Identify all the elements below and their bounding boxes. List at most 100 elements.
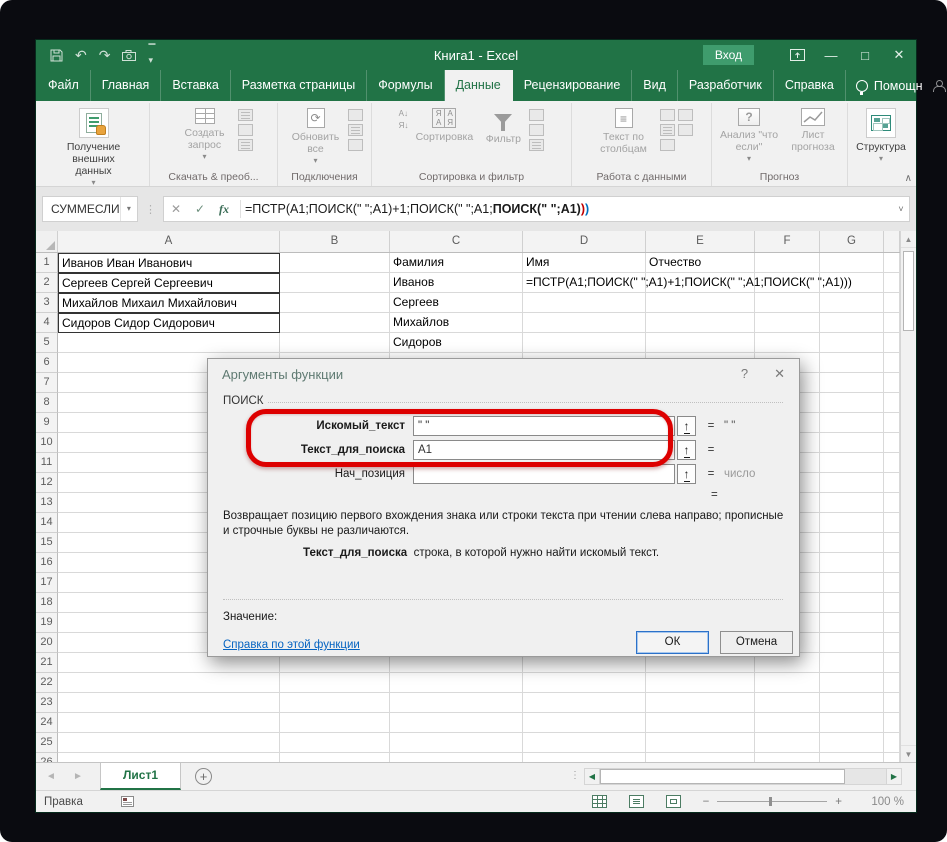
grid-cell-extra13[interactable]	[884, 493, 900, 513]
zoom-percentage[interactable]: 100 %	[864, 796, 904, 808]
grid-cell-A2[interactable]: Сергеев Сергей Сергеевич	[58, 273, 280, 293]
grid-cell-A23[interactable]	[58, 693, 280, 713]
row-header-12[interactable]: 12	[36, 473, 58, 493]
grid-cell-B4[interactable]	[280, 313, 390, 333]
grid-cell-extra7[interactable]	[884, 373, 900, 393]
page-layout-view-icon[interactable]	[628, 795, 644, 808]
grid-cell-A25[interactable]	[58, 733, 280, 753]
new-sheet-button[interactable]: +	[195, 768, 213, 785]
maximize-button[interactable]: □	[848, 40, 882, 70]
save-icon[interactable]	[50, 49, 63, 62]
scroll-left-icon[interactable]: ◀	[584, 768, 600, 785]
grid-cell-B2[interactable]	[280, 273, 390, 293]
minimize-button[interactable]: —	[814, 40, 848, 70]
grid-cell-D4[interactable]	[523, 313, 646, 333]
grid-cell-G12[interactable]	[820, 473, 884, 493]
tab-Рецензирование[interactable]: Рецензирование	[513, 70, 633, 101]
grid-cell-C2[interactable]: Иванов	[390, 273, 523, 293]
grid-cell-G14[interactable]	[820, 513, 884, 533]
horizontal-scroll-track[interactable]	[600, 768, 886, 785]
grid-cell-B5[interactable]	[280, 333, 390, 353]
row-header-15[interactable]: 15	[36, 533, 58, 553]
grid-cell-C26[interactable]	[390, 753, 523, 762]
grid-cell-G6[interactable]	[820, 353, 884, 373]
grid-cell-F25[interactable]	[755, 733, 820, 753]
grid-cell-extra6[interactable]	[884, 353, 900, 373]
row-header-6[interactable]: 6	[36, 353, 58, 373]
grid-cell-extra23[interactable]	[884, 693, 900, 713]
grid-cell-extra2[interactable]	[884, 273, 900, 293]
undo-icon[interactable]: ↶	[75, 48, 87, 62]
row-header-23[interactable]: 23	[36, 693, 58, 713]
enter-entry-icon[interactable]: ✓	[188, 202, 212, 216]
grid-cell-B22[interactable]	[280, 673, 390, 693]
grid-cell-G22[interactable]	[820, 673, 884, 693]
grid-cell-E24[interactable]	[646, 713, 755, 733]
dialog-help-icon[interactable]: ?	[741, 366, 748, 382]
outline-button[interactable]: Структура ▾	[848, 107, 914, 165]
grid-cell-extra20[interactable]	[884, 633, 900, 653]
grid-cell-F1[interactable]	[755, 253, 820, 273]
grid-cell-C4[interactable]: Михайлов	[390, 313, 523, 333]
collapse-dialog-icon[interactable]: ↑	[677, 440, 696, 460]
grid-cell-extra26[interactable]	[884, 753, 900, 762]
customize-qat-icon[interactable]: ▔ ▾	[148, 44, 155, 66]
prev-sheet-icon[interactable]: ◄	[36, 763, 66, 790]
grid-cell-F22[interactable]	[755, 673, 820, 693]
scrollbar-splitter[interactable]: ⋮	[570, 770, 580, 781]
grid-cell-B1[interactable]	[280, 253, 390, 273]
tab-Справка[interactable]: Справка	[774, 70, 846, 101]
grid-cell-G3[interactable]	[820, 293, 884, 313]
grid-cell-E5[interactable]	[646, 333, 755, 353]
row-header-18[interactable]: 18	[36, 593, 58, 613]
collapse-dialog-icon[interactable]: ↑	[677, 416, 696, 436]
grid-cell-G10[interactable]	[820, 433, 884, 453]
insert-function-icon[interactable]: fx	[212, 202, 236, 217]
function-help-link[interactable]: Справка по этой функции	[223, 639, 360, 651]
column-header-extra[interactable]	[884, 231, 900, 252]
row-header-5[interactable]: 5	[36, 333, 58, 353]
grid-cell-extra5[interactable]	[884, 333, 900, 353]
grid-cell-D1[interactable]: Имя	[523, 253, 646, 273]
grid-cell-F3[interactable]	[755, 293, 820, 313]
grid-cell-G8[interactable]	[820, 393, 884, 413]
grid-cell-extra14[interactable]	[884, 513, 900, 533]
grid-cell-D3[interactable]	[523, 293, 646, 313]
horizontal-scroll-thumb[interactable]	[600, 769, 845, 784]
macro-record-icon[interactable]	[120, 796, 134, 807]
grid-cell-G11[interactable]	[820, 453, 884, 473]
grid-cell-G23[interactable]	[820, 693, 884, 713]
grid-cell-G24[interactable]	[820, 713, 884, 733]
page-break-view-icon[interactable]	[665, 795, 681, 808]
grid-cell-G1[interactable]	[820, 253, 884, 273]
name-box[interactable]: СУММЕСЛИ ▾	[42, 196, 138, 222]
horizontal-scrollbar[interactable]: ⋮ ◀ ▶	[570, 768, 902, 785]
grid-cell-extra1[interactable]	[884, 253, 900, 273]
normal-view-icon[interactable]	[591, 795, 607, 808]
grid-cell-extra22[interactable]	[884, 673, 900, 693]
grid-cell-D26[interactable]	[523, 753, 646, 762]
row-header-4[interactable]: 4	[36, 313, 58, 333]
grid-cell-B24[interactable]	[280, 713, 390, 733]
grid-cell-G26[interactable]	[820, 753, 884, 762]
grid-cell-F24[interactable]	[755, 713, 820, 733]
grid-cell-A26[interactable]	[58, 753, 280, 762]
camera-icon[interactable]	[122, 49, 137, 61]
grid-cell-E26[interactable]	[646, 753, 755, 762]
grid-cell-extra18[interactable]	[884, 593, 900, 613]
row-header-24[interactable]: 24	[36, 713, 58, 733]
redo-icon[interactable]: ↷	[99, 48, 111, 62]
row-header-3[interactable]: 3	[36, 293, 58, 313]
row-header-1[interactable]: 1	[36, 253, 58, 273]
zoom-in-icon[interactable]: +	[835, 796, 842, 808]
column-header-C[interactable]: C	[390, 231, 523, 252]
row-header-17[interactable]: 17	[36, 573, 58, 593]
nach-pozitsiya-input[interactable]	[413, 464, 675, 484]
tab-Вид[interactable]: Вид	[632, 70, 678, 101]
grid-cell-C24[interactable]	[390, 713, 523, 733]
grid-cell-E3[interactable]	[646, 293, 755, 313]
grid-cell-extra15[interactable]	[884, 533, 900, 553]
cancel-entry-icon[interactable]: ✕	[164, 202, 188, 216]
tekst-dlya-poiska-input[interactable]	[413, 440, 675, 460]
dialog-close-icon[interactable]: ✕	[774, 366, 785, 382]
